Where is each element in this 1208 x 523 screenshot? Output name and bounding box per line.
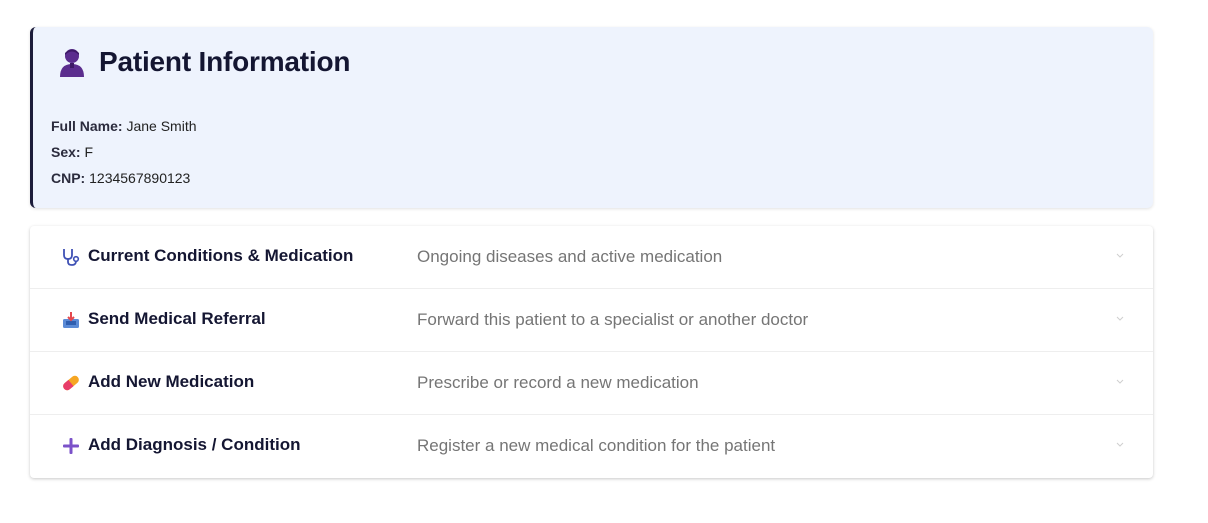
sex-label: Sex: [51,144,81,160]
accordion-description: Prescribe or record a new medication [417,373,699,392]
full-name-label: Full Name: [51,118,123,134]
pill-icon [60,372,82,394]
accordion-send-referral[interactable]: Send Medical Referral Forward this patie… [30,289,1153,352]
accordion-add-medication[interactable]: Add New Medication Prescribe or record a… [30,352,1153,415]
cnp-value: 1234567890123 [89,170,191,186]
chevron-down-icon[interactable] [1115,250,1125,260]
accordion-title: Add New Medication [88,372,255,391]
accordion-description: Register a new medical condition for the… [417,436,776,455]
accordion-title: Current Conditions & Medication [88,246,354,265]
full-name-value: Jane Smith [126,118,197,134]
patient-details: Full Name: Jane Smith Sex: F CNP: 123456… [51,113,197,191]
accordion-description: Ongoing diseases and active medication [417,247,723,266]
inbox-tray-icon [60,309,82,331]
accordion-add-diagnosis[interactable]: Add Diagnosis / Condition Register a new… [30,415,1153,478]
cnp-label: CNP: [51,170,86,186]
chevron-down-icon[interactable] [1115,376,1125,386]
accordion-title: Send Medical Referral [88,309,266,328]
full-name-row: Full Name: Jane Smith [51,113,197,139]
stethoscope-icon [60,246,82,268]
accordion-title: Add Diagnosis / Condition [88,435,301,454]
person-icon [57,47,87,77]
cnp-row: CNP: 1234567890123 [51,165,197,191]
patient-info-card: Patient Information Full Name: Jane Smit… [30,27,1153,208]
patient-actions-accordion: Current Conditions & Medication Ongoing … [30,226,1153,478]
sex-value: F [84,144,94,160]
patient-info-title: Patient Information [99,46,351,77]
accordion-description: Forward this patient to a specialist or … [417,310,809,329]
accordion-current-conditions[interactable]: Current Conditions & Medication Ongoing … [30,226,1153,289]
plus-icon [60,435,82,457]
page: Patient Information Full Name: Jane Smit… [0,0,1208,523]
chevron-down-icon[interactable] [1115,439,1125,449]
chevron-down-icon[interactable] [1115,313,1125,323]
sex-row: Sex: F [51,139,197,165]
patient-info-header: Patient Information [57,46,351,78]
